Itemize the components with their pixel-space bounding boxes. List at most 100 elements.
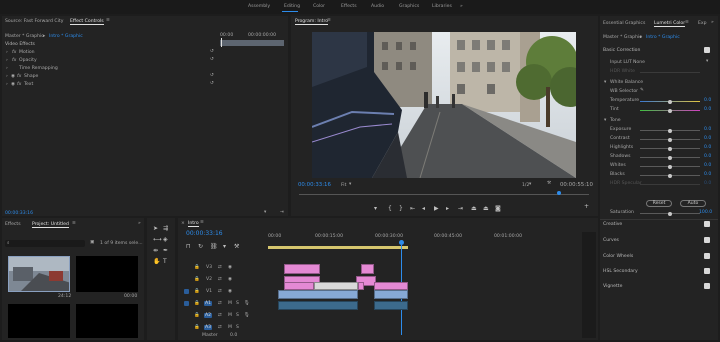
- exposure-slider[interactable]: [640, 128, 700, 133]
- clip-a1-audio-b[interactable]: [374, 301, 408, 310]
- highlights-value[interactable]: 0.0: [704, 145, 711, 150]
- track-v3-label[interactable]: V3: [206, 265, 212, 270]
- track-v2-label[interactable]: V2: [206, 277, 212, 282]
- track-v2-lock-icon[interactable]: 🔒: [194, 277, 200, 282]
- track-a1-solo[interactable]: S: [236, 301, 239, 306]
- expand-motion-icon[interactable]: ›: [6, 50, 8, 55]
- lumetri-menu-icon[interactable]: ≡: [685, 20, 689, 25]
- whites-slider[interactable]: [640, 164, 700, 169]
- whites-value[interactable]: 0.0: [704, 163, 711, 168]
- reset-shape-icon[interactable]: ↺: [210, 73, 214, 78]
- saturation-slider[interactable]: [640, 211, 700, 216]
- export-icon[interactable]: ⇥: [280, 210, 284, 215]
- hsl-secondary-header[interactable]: HSL Secondary: [603, 269, 638, 274]
- razor-tool-icon[interactable]: ◈: [163, 237, 168, 243]
- project-menu-icon[interactable]: ≡: [72, 221, 76, 226]
- reset-text-icon[interactable]: ↺: [210, 81, 214, 86]
- track-a3-mute[interactable]: M: [228, 325, 232, 330]
- track-a3-solo[interactable]: S: [236, 325, 239, 330]
- clip-v1-graphic-c[interactable]: [358, 282, 364, 290]
- lumetri-more-icon[interactable]: »: [711, 20, 714, 25]
- contrast-value[interactable]: 0.0: [704, 136, 711, 141]
- ruler-playhead[interactable]: [221, 38, 222, 47]
- thumbnail-clip-3[interactable]: [8, 304, 70, 338]
- effect-shape[interactable]: Shape: [24, 74, 38, 79]
- clip-a1-audio-a[interactable]: [278, 301, 358, 310]
- creative-header[interactable]: Creative: [603, 222, 622, 227]
- shadows-value[interactable]: 0.0: [704, 154, 711, 159]
- shadows-slider[interactable]: [640, 155, 700, 160]
- clip-v3-graphic-2[interactable]: [361, 264, 374, 274]
- vignette-header[interactable]: Vignette: [603, 284, 622, 289]
- clip-v1-graphic-b[interactable]: [314, 282, 358, 290]
- track-v3-eye-icon[interactable]: ◉: [228, 265, 232, 270]
- workspace-libraries[interactable]: Libraries: [432, 4, 452, 9]
- track-v2-sync-icon[interactable]: ⇄: [218, 277, 222, 282]
- fit-dropdown[interactable]: Fit: [341, 183, 346, 188]
- basic-correction-header[interactable]: Basic Correction: [603, 48, 640, 53]
- video-frame[interactable]: [312, 32, 576, 178]
- clip-v3-graphic[interactable]: [284, 264, 320, 274]
- ruler-track[interactable]: [220, 40, 284, 46]
- temperature-knob[interactable]: [668, 99, 672, 104]
- tab-effect-controls[interactable]: Effect Controls: [70, 19, 104, 25]
- track-a1-mic-icon[interactable]: 🎙: [244, 301, 250, 306]
- track-v1-lock-icon[interactable]: 🔒: [194, 289, 200, 294]
- timeline-close-icon[interactable]: ×: [181, 221, 185, 226]
- thumbnail-clip-2[interactable]: [76, 256, 138, 292]
- reset-motion-icon[interactable]: ↺: [210, 49, 214, 54]
- creative-checkbox[interactable]: [704, 221, 710, 227]
- timeline-timecode[interactable]: 00:00:33:16: [186, 230, 223, 237]
- workspace-editing[interactable]: Editing: [284, 4, 300, 9]
- reset-button[interactable]: Reset: [646, 200, 672, 207]
- curves-header[interactable]: Curves: [603, 238, 619, 243]
- selection-tool-icon[interactable]: ➤: [153, 226, 158, 232]
- track-v1-eye-icon[interactable]: ◉: [228, 289, 232, 294]
- contrast-slider[interactable]: [640, 137, 700, 142]
- expand-time-remap-icon[interactable]: ›: [6, 66, 8, 71]
- effect-time-remapping[interactable]: Time Remapping: [19, 66, 58, 71]
- contrast-knob[interactable]: [668, 137, 672, 142]
- more-workspaces-icon[interactable]: »: [460, 4, 463, 9]
- track-a3-sync-icon[interactable]: ⇄: [218, 325, 222, 330]
- slip-tool-icon[interactable]: ⇹: [153, 248, 158, 254]
- settings-wrench-icon[interactable]: ⚒: [547, 181, 551, 186]
- blacks-knob[interactable]: [668, 173, 672, 178]
- track-a2-lock-icon[interactable]: 🔒: [194, 313, 200, 318]
- basic-correction-checkbox[interactable]: [704, 47, 710, 53]
- step-forward-icon[interactable]: ▸: [446, 206, 449, 212]
- vignette-checkbox[interactable]: [704, 283, 710, 289]
- project-search-field[interactable]: [5, 240, 85, 247]
- master-track-value[interactable]: 0.0: [230, 333, 237, 338]
- button-editor-icon[interactable]: +: [584, 204, 589, 210]
- timeline-menu-icon[interactable]: ≡: [200, 220, 204, 225]
- timeline-settings-icon[interactable]: ⚒: [234, 244, 239, 250]
- track-v3-sync-icon[interactable]: ⇄: [218, 265, 222, 270]
- resolution-chevron-icon[interactable]: ▾: [529, 182, 531, 187]
- timeline-tab[interactable]: Intro: [188, 221, 199, 227]
- mark-out-icon[interactable]: }: [399, 206, 403, 212]
- tab-lumetri-color[interactable]: Lumetri Color: [654, 21, 686, 27]
- track-v3-lock-icon[interactable]: 🔒: [194, 265, 200, 270]
- eye-shape-icon[interactable]: ◉: [11, 74, 15, 79]
- workspace-graphics[interactable]: Graphics: [399, 4, 419, 9]
- extract-icon[interactable]: ⏏: [483, 206, 489, 212]
- track-a1-source-patch[interactable]: [184, 301, 189, 306]
- hand-tool-icon[interactable]: ✋: [153, 259, 160, 265]
- highlights-knob[interactable]: [668, 146, 672, 151]
- curves-checkbox[interactable]: [704, 237, 710, 243]
- blacks-slider[interactable]: [640, 173, 700, 178]
- track-a3-lock-icon[interactable]: 🔒: [194, 325, 200, 330]
- panel-menu-icon[interactable]: ≡: [106, 18, 110, 23]
- white-balance-expand-icon[interactable]: ▾: [604, 80, 606, 85]
- effect-opacity[interactable]: Opacity: [19, 58, 37, 63]
- tab-expand[interactable]: Exp: [698, 21, 707, 26]
- filter-icon[interactable]: ▾: [264, 210, 266, 215]
- hsl-secondary-checkbox[interactable]: [704, 268, 710, 274]
- temperature-value[interactable]: 0.0: [704, 98, 711, 103]
- program-timecode-left[interactable]: 00:00:33:16: [298, 182, 331, 188]
- track-v1-source-patch[interactable]: [184, 289, 189, 294]
- timeline-marker-icon[interactable]: ▾: [223, 244, 226, 250]
- project-more-icon[interactable]: »: [138, 221, 141, 226]
- tab-project[interactable]: Project: Untitled: [32, 222, 69, 228]
